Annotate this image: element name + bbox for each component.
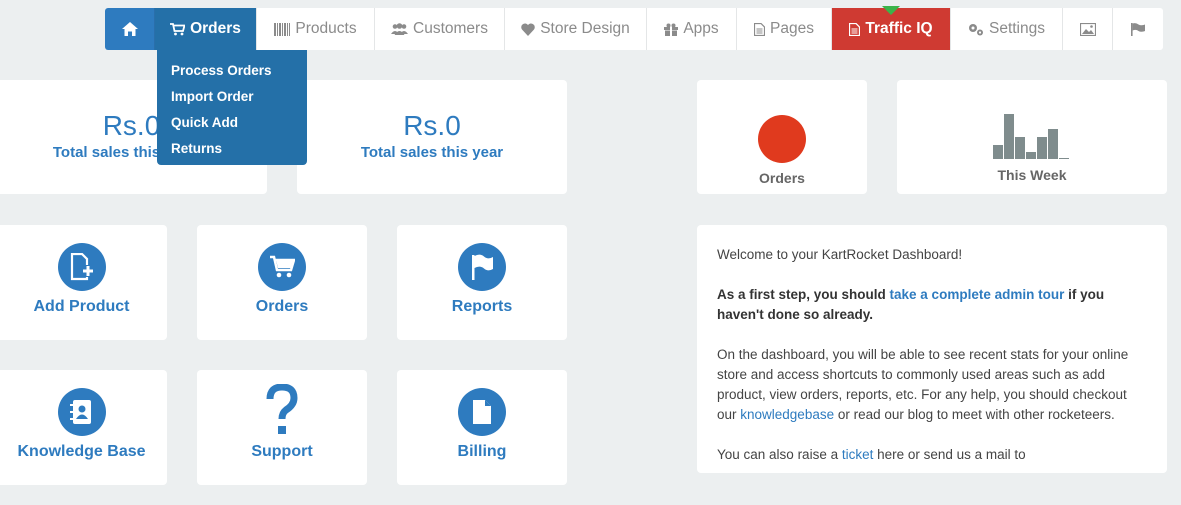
info-suffix: or read our blog to meet with other rock… — [834, 407, 1115, 422]
tile-reports[interactable]: Reports — [397, 225, 567, 340]
week-bar — [1048, 129, 1058, 159]
week-bar-chart — [993, 114, 1069, 159]
support-text: You can also raise a — [717, 447, 842, 462]
nav-products[interactable]: Products — [257, 8, 375, 50]
orders-status-dot — [758, 115, 806, 163]
tile-knowledge-base[interactable]: Knowledge Base — [0, 370, 167, 485]
tile-orders-label: Orders — [255, 298, 309, 315]
nav-settings-label: Settings — [988, 20, 1045, 37]
first-step-text: As a first step, you should — [717, 287, 890, 302]
nav-store-design[interactable]: Store Design — [505, 8, 647, 50]
welcome-support: You can also raise a ticket here or send… — [717, 445, 1147, 465]
menu-item-quick-add[interactable]: Quick Add — [157, 110, 307, 136]
active-indicator — [882, 6, 900, 15]
orders-stat-label: Orders — [759, 170, 805, 186]
bill-icon — [458, 388, 506, 436]
orders-stat-card[interactable]: Orders — [697, 80, 867, 194]
week-bar — [993, 145, 1003, 159]
week-stat-card[interactable]: This Week — [897, 80, 1167, 194]
nav-products-label: Products — [295, 20, 357, 37]
barcode-icon — [274, 22, 291, 36]
cart-icon — [258, 243, 306, 291]
week-bar — [1015, 137, 1025, 159]
tile-reports-label: Reports — [451, 298, 513, 315]
heart-icon — [521, 23, 535, 36]
menu-item-process-orders[interactable]: Process Orders — [157, 58, 307, 84]
nav-flag[interactable] — [1113, 8, 1163, 50]
week-bar — [1059, 158, 1069, 159]
nav-customers-label: Customers — [413, 20, 488, 37]
welcome-panel: Welcome to your KartRocket Dashboard! As… — [697, 225, 1167, 473]
support-suffix: here or send us a mail to — [873, 447, 1026, 462]
tile-add-product-label: Add Product — [33, 298, 130, 315]
document-icon — [849, 22, 861, 36]
knowledgebase-link[interactable]: knowledgebase — [740, 407, 834, 422]
week-bar — [1004, 114, 1014, 159]
stat-card-year: Rs.0 Total sales this year — [297, 80, 567, 194]
nav-images[interactable] — [1063, 8, 1113, 50]
welcome-greeting: Welcome to your KartRocket Dashboard! — [717, 247, 963, 262]
nav-store-design-label: Store Design — [540, 20, 630, 37]
home-icon — [121, 22, 138, 36]
week-stat-label: This Week — [997, 167, 1067, 183]
year-sales-label: Total sales this year — [360, 144, 504, 161]
nav-pages-label: Pages — [770, 20, 814, 37]
tile-support-label: Support — [251, 443, 313, 460]
tile-orders[interactable]: Orders — [197, 225, 367, 340]
nav-customers[interactable]: Customers — [375, 8, 505, 50]
nav-settings[interactable]: Settings — [951, 8, 1063, 50]
nav-apps-label: Apps — [683, 20, 719, 37]
orders-dropdown: Process Orders Import Order Quick Add Re… — [157, 50, 307, 165]
ticket-link[interactable]: ticket — [842, 447, 874, 462]
welcome-info: On the dashboard, you will be able to se… — [717, 345, 1147, 425]
add-file-icon — [57, 243, 106, 291]
address-book-icon — [57, 388, 106, 436]
menu-item-import-order[interactable]: Import Order — [157, 84, 307, 110]
nav-orders[interactable]: Orders — [155, 8, 257, 50]
tile-billing[interactable]: Billing — [397, 370, 567, 485]
year-sales-value: Rs.0 — [403, 110, 461, 141]
nav-pages[interactable]: Pages — [737, 8, 832, 50]
nav-home[interactable] — [105, 8, 155, 50]
week-bar — [1037, 137, 1047, 159]
admin-tour-link[interactable]: take a complete admin tour — [890, 287, 1065, 302]
nav-traffic-iq[interactable]: Traffic IQ — [832, 6, 951, 50]
tile-support[interactable]: Support — [197, 370, 367, 485]
flag-icon — [458, 243, 506, 291]
users-icon — [391, 23, 409, 35]
week-bar — [1026, 152, 1036, 159]
flag-icon — [1131, 22, 1145, 36]
nav-apps[interactable]: Apps — [647, 8, 737, 50]
menu-item-returns[interactable]: Returns — [157, 136, 307, 162]
question-icon — [264, 383, 300, 438]
gears-icon — [968, 23, 984, 36]
top-nav: Orders Products Customers Store Design A… — [105, 6, 1163, 50]
cart-icon — [170, 22, 186, 36]
tile-billing-label: Billing — [457, 443, 507, 460]
nav-orders-label: Orders — [190, 20, 241, 37]
tile-add-product[interactable]: Add Product — [0, 225, 167, 340]
file-icon — [754, 22, 766, 36]
welcome-first-step: As a first step, you should take a compl… — [717, 285, 1147, 325]
nav-traffic-iq-label: Traffic IQ — [865, 20, 933, 37]
tile-knowledge-base-label: Knowledge Base — [17, 443, 146, 460]
image-icon — [1079, 22, 1096, 36]
gift-icon — [664, 23, 679, 36]
